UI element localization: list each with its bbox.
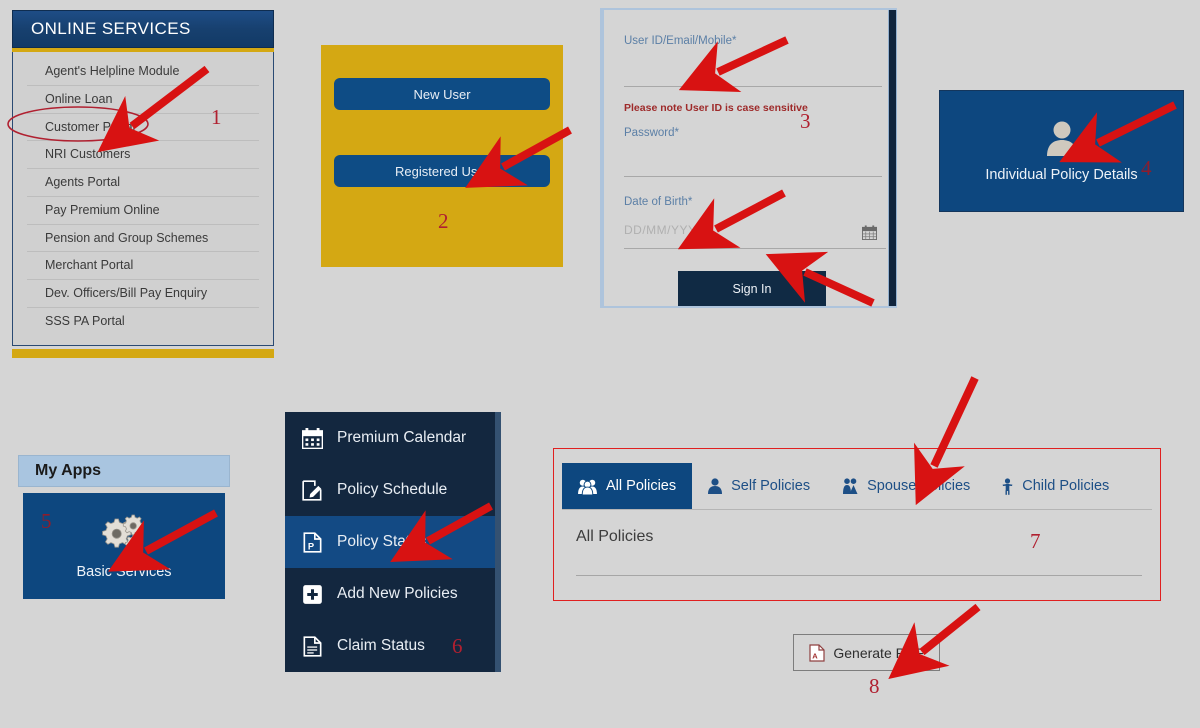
pdf-page-icon: P xyxy=(299,531,325,553)
tab-all-policies[interactable]: All Policies xyxy=(562,463,693,509)
dob-input[interactable]: DD/MM/YYYY xyxy=(624,223,705,237)
file-icon xyxy=(299,635,325,657)
edit-document-icon xyxy=(299,479,325,501)
tab-body-divider xyxy=(576,575,1142,576)
marker-8: 8 xyxy=(869,674,880,698)
sidebar-item-dev-officers-bill-pay[interactable]: Dev. Officers/Bill Pay Enquiry xyxy=(27,280,259,308)
sidebar-item-pension-group-schemes[interactable]: Pension and Group Schemes xyxy=(27,225,259,253)
tab-body-title: All Policies xyxy=(576,528,654,545)
marker-3: 3 xyxy=(800,109,811,133)
gears-icon xyxy=(98,513,150,560)
tab-label: Child Policies xyxy=(1022,478,1110,494)
password-label: Password* xyxy=(624,127,679,139)
marker-4: 4 xyxy=(1141,156,1152,180)
svg-text:A: A xyxy=(813,651,819,660)
generate-pdf-label: Generate PDF xyxy=(833,644,924,661)
registered-user-button[interactable]: Registered User xyxy=(334,155,550,187)
user-icon xyxy=(708,478,723,494)
individual-policy-details-tile[interactable]: Individual Policy Details xyxy=(939,90,1184,212)
menu-item-label: Add New Policies xyxy=(337,585,458,602)
tab-child-policies[interactable]: Child Policies xyxy=(986,463,1125,509)
sidebar-item-nri-customers[interactable]: NRI Customers xyxy=(27,141,259,169)
policy-tile-label: Individual Policy Details xyxy=(985,166,1138,183)
case-sensitive-note: Please note User ID is case sensitive xyxy=(624,102,808,114)
menu-item-add-new-policies[interactable]: Add New Policies xyxy=(285,568,495,620)
tab-self-policies[interactable]: Self Policies xyxy=(692,463,826,509)
menu-item-label: Policy Schedule xyxy=(337,481,448,498)
sidebar-item-pay-premium-online[interactable]: Pay Premium Online xyxy=(27,197,259,225)
marker-5: 5 xyxy=(41,509,52,533)
tab-body: All Policies xyxy=(554,510,1160,588)
my-apps-header: My Apps xyxy=(18,455,230,487)
marker-2: 2 xyxy=(438,209,449,233)
login-form-panel: User ID/Email/Mobile* Please note User I… xyxy=(600,8,897,308)
child-icon xyxy=(1002,477,1013,495)
tabs-row: All Policies Self Policies Spouse Polici… xyxy=(562,455,1152,510)
menu-item-label: Claim Status xyxy=(337,637,425,654)
plus-square-icon xyxy=(299,584,325,605)
menu-item-claim-status[interactable]: Claim Status xyxy=(285,620,495,672)
calendar-icon[interactable] xyxy=(862,225,877,245)
tab-label: Self Policies xyxy=(731,478,811,494)
userid-input[interactable] xyxy=(624,86,882,87)
svg-text:P: P xyxy=(307,541,313,551)
userid-label: User ID/Email/Mobile* xyxy=(624,35,737,47)
tab-label: Spouse Policies xyxy=(867,478,971,494)
generate-pdf-button[interactable]: A Generate PDF xyxy=(793,634,940,671)
menu-item-policy-schedule[interactable]: Policy Schedule xyxy=(285,464,495,516)
password-input[interactable] xyxy=(624,176,882,177)
menu-item-label: Policy Status xyxy=(337,533,427,550)
sidebar-item-sss-pa-portal[interactable]: SSS PA Portal xyxy=(27,308,259,335)
menu-item-policy-status[interactable]: P Policy Status xyxy=(285,516,495,568)
sidebar-item-agents-portal[interactable]: Agents Portal xyxy=(27,169,259,197)
online-services-header: ONLINE SERVICES xyxy=(12,10,274,48)
dob-underline xyxy=(624,248,886,249)
marker-7: 7 xyxy=(1030,529,1041,553)
couple-icon xyxy=(842,477,858,495)
basic-services-tile[interactable]: Basic Services xyxy=(23,493,225,599)
sidebar-item-customer-portal[interactable]: Customer Portal xyxy=(27,114,259,142)
users-group-icon xyxy=(578,478,597,495)
sidebar-item-online-loan[interactable]: Online Loan xyxy=(27,86,259,114)
marker-6: 6 xyxy=(452,634,463,658)
user-icon xyxy=(1045,120,1079,161)
calendar-icon xyxy=(299,427,325,449)
tab-spouse-policies[interactable]: Spouse Policies xyxy=(826,463,986,509)
login-panel-scrollbar[interactable] xyxy=(888,10,897,306)
tab-label: All Policies xyxy=(606,478,677,494)
policies-tabs-panel: All Policies Self Policies Spouse Polici… xyxy=(553,448,1161,601)
menu-item-premium-calendar[interactable]: Premium Calendar xyxy=(285,412,495,464)
pdf-file-icon: A xyxy=(809,643,825,662)
online-services-list: Agent's Helpline Module Online Loan Cust… xyxy=(12,52,274,346)
new-user-button[interactable]: New User xyxy=(334,78,550,110)
basic-services-label: Basic Services xyxy=(76,563,172,580)
online-services-panel: ONLINE SERVICES Agent's Helpline Module … xyxy=(12,10,274,358)
sign-in-button[interactable]: Sign In xyxy=(678,271,826,306)
footer-accent-bar xyxy=(12,348,274,358)
policy-side-menu: Premium Calendar Policy Schedule P Polic… xyxy=(285,412,501,672)
sidebar-item-merchant-portal[interactable]: Merchant Portal xyxy=(27,252,259,280)
menu-item-label: Premium Calendar xyxy=(337,429,467,446)
dob-label: Date of Birth* xyxy=(624,196,693,208)
sidebar-item-agents-helpline[interactable]: Agent's Helpline Module xyxy=(27,58,259,86)
marker-1: 1 xyxy=(211,105,222,129)
